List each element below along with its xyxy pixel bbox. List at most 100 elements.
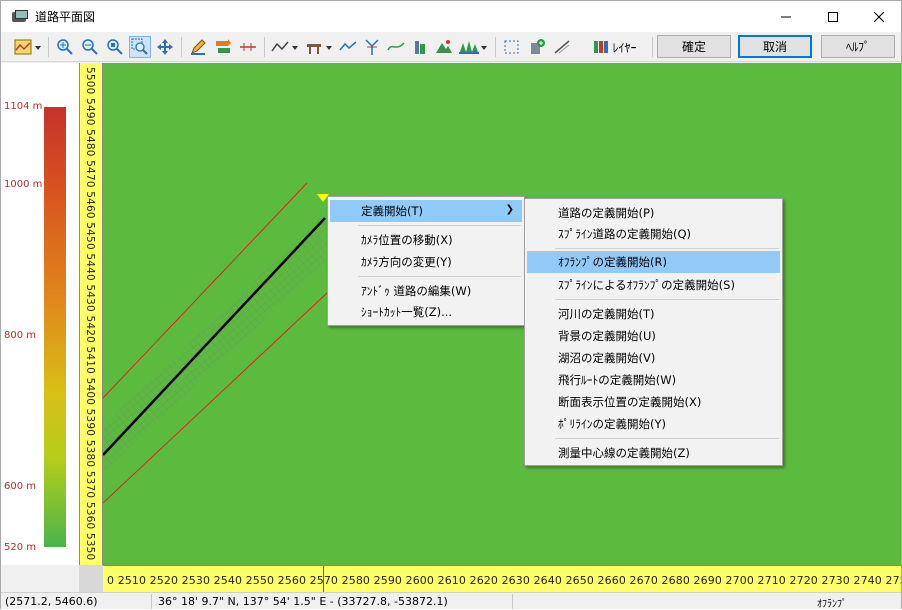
profile-dropdown[interactable] (270, 36, 300, 58)
menu-item-camera-move[interactable]: ｶﾒﾗ位置の移動(X) (330, 229, 522, 251)
confirm-button[interactable]: 確定 (657, 35, 731, 58)
pencil-icon (191, 39, 206, 55)
legend-min-label: 520 m (4, 542, 37, 553)
select-area-button[interactable] (501, 36, 523, 58)
menu-item-camera-direction[interactable]: ｶﾒﾗ方向の変更(Y) (330, 251, 522, 273)
elevation-color-bar (44, 107, 66, 547)
ruler-corner (79, 565, 103, 592)
minimize-button[interactable] (763, 1, 809, 32)
select-rect-icon (504, 40, 519, 54)
pan-icon (157, 39, 173, 55)
tree-dropdown[interactable] (457, 36, 489, 58)
curve-button[interactable] (385, 36, 407, 58)
zoom-area-icon (131, 38, 148, 55)
zoom-in-button[interactable] (54, 36, 76, 58)
zoom-in-icon (57, 39, 73, 55)
mountain-icon (436, 40, 452, 53)
submenu-item-road[interactable]: 道路の定義開始(P) (527, 202, 780, 224)
road-plan-window: 道路平面図 ﾚｲﾔｰ 確定 取消 ﾍﾙﾌﾟ 1104 m 1000 m 800 … (0, 0, 902, 610)
submenu-item-label: ｽﾌﾟﾗｲﾝ道路の定義開始(Q) (558, 227, 692, 241)
measure-button[interactable] (237, 36, 259, 58)
submenu-item-cross-section[interactable]: 断面表示位置の定義開始(X) (527, 391, 780, 413)
status-bar: (2571.2, 5460.6) 36° 18' 9.7" N, 137° 54… (1, 592, 901, 610)
menu-item-undo-road-edit[interactable]: ｱﾝﾄﾞｩ 道路の編集(W) (330, 280, 522, 302)
curve-icon (387, 42, 405, 51)
submenu-item-label: 測量中心線の定義開始(Z) (558, 446, 690, 460)
menu-item-define-start[interactable]: 定義開始(T) ❯ (330, 200, 522, 222)
menu-item-label: ｶﾒﾗ位置の移動(X) (361, 233, 453, 247)
measure-icon (240, 43, 256, 51)
submenu-item-label: ﾎﾟﾘﾗｲﾝの定義開始(Y) (558, 417, 666, 431)
profile-line-icon (271, 41, 298, 52)
add-building-icon (531, 39, 545, 54)
cursor-position-marker (323, 566, 324, 592)
help-button[interactable]: ﾍﾙﾌﾟ (821, 35, 895, 58)
zoom-area-button[interactable] (129, 36, 151, 58)
bridge-dropdown[interactable] (304, 36, 334, 58)
submenu-item-spline-offramp[interactable]: ｽﾌﾟﾗｲﾝによるｵﾌﾗﾝﾌﾟの定義開始(S) (527, 274, 780, 296)
menu-item-label: ｼｮｰﾄｶｯﾄ一覧(Z)... (361, 305, 453, 319)
close-icon (874, 11, 884, 22)
define-start-submenu: 道路の定義開始(P) ｽﾌﾟﾗｲﾝ道路の定義開始(Q) ｵﾌﾗﾝﾌﾟの定義開始(… (524, 198, 783, 466)
layer-button[interactable]: ﾚｲﾔｰ (585, 36, 645, 58)
alignment-button[interactable] (337, 36, 359, 58)
legend-max-label: 1104 m (4, 101, 43, 112)
branch-button[interactable] (361, 36, 383, 58)
horizontal-ruler-labels: 0 2510 2520 2530 2540 2550 2560 2570 258… (107, 574, 901, 587)
submenu-arrow-icon: ❯ (505, 204, 514, 215)
submenu-item-label: ｵﾌﾗﾝﾌﾟの定義開始(R) (558, 255, 667, 269)
branch-icon (365, 39, 379, 55)
slope-button[interactable] (551, 36, 573, 58)
alignment-icon (339, 41, 357, 51)
slope-icon (554, 40, 570, 54)
submenu-item-polyline[interactable]: ﾎﾟﾘﾗｲﾝの定義開始(Y) (527, 413, 780, 435)
submenu-item-label: 湖沼の定義開始(V) (558, 351, 656, 365)
horizontal-ruler[interactable]: 0 2510 2520 2530 2540 2550 2560 2570 258… (103, 565, 901, 592)
zoom-fit-icon (107, 39, 123, 55)
zoom-fit-button[interactable] (104, 36, 126, 58)
trees-icon (459, 41, 487, 54)
terrain-display-dropdown[interactable] (13, 36, 43, 58)
submenu-item-offramp[interactable]: ｵﾌﾗﾝﾌﾟの定義開始(R) (527, 251, 780, 273)
layer-button-label: ﾚｲﾔｰ (612, 40, 637, 55)
menu-item-label: ｱﾝﾄﾞｩ 道路の編集(W) (361, 284, 472, 298)
submenu-item-background[interactable]: 背景の定義開始(U) (527, 325, 780, 347)
menu-item-label: ｶﾒﾗ方向の変更(Y) (361, 255, 452, 269)
submenu-item-lake[interactable]: 湖沼の定義開始(V) (527, 347, 780, 369)
pan-button[interactable] (154, 36, 176, 58)
status-geo-position: 36° 18' 9.7" N, 137° 54' 1.5" E - (33727… (158, 595, 448, 608)
draw-road-button[interactable] (187, 36, 209, 58)
submenu-item-spline-road[interactable]: ｽﾌﾟﾗｲﾝ道路の定義開始(Q) (527, 223, 780, 245)
submenu-item-label: 河川の定義開始(T) (558, 307, 655, 321)
terrain-button[interactable] (433, 36, 455, 58)
legend-800-label: 800 m (4, 330, 37, 341)
submenu-item-label: ｽﾌﾟﾗｲﾝによるｵﾌﾗﾝﾌﾟの定義開始(S) (558, 278, 735, 292)
zoom-out-button[interactable] (79, 36, 101, 58)
title-bar: 道路平面図 (1, 1, 901, 32)
swap-button[interactable] (212, 36, 234, 58)
layer-icon (594, 41, 609, 53)
cancel-button[interactable]: 取消 (738, 35, 812, 58)
submenu-item-label: 断面表示位置の定義開始(X) (558, 395, 702, 409)
close-button[interactable] (856, 1, 902, 32)
menu-item-shortcut-list[interactable]: ｼｮｰﾄｶｯﾄ一覧(Z)... (330, 301, 522, 323)
bridge-icon (307, 44, 332, 54)
maximize-button[interactable] (810, 1, 856, 32)
context-menu: 定義開始(T) ❯ ｶﾒﾗ位置の移動(X) ｶﾒﾗ方向の変更(Y) ｱﾝﾄﾞｩ … (327, 196, 525, 326)
legend-1000-label: 1000 m (4, 179, 43, 190)
add-object-button[interactable] (526, 36, 548, 58)
building-button[interactable] (409, 36, 431, 58)
menu-item-label: 定義開始(T) (361, 204, 423, 218)
toolbar: ﾚｲﾔｰ 確定 取消 ﾍﾙﾌﾟ (1, 32, 901, 62)
status-mode: ｵﾌﾗﾝﾌﾟ (817, 599, 847, 610)
status-coords: (2571.2, 5460.6) (5, 595, 98, 608)
submenu-item-river[interactable]: 河川の定義開始(T) (527, 303, 780, 325)
vertical-ruler-labels: 5500 5490 5480 5470 5460 5450 5440 5430 … (84, 67, 96, 565)
vertical-ruler[interactable]: 5500 5490 5480 5470 5460 5450 5440 5430 … (79, 63, 103, 565)
swap-icon (216, 39, 231, 53)
maximize-icon (828, 11, 838, 22)
submenu-item-survey-centerline[interactable]: 測量中心線の定義開始(Z) (527, 442, 780, 464)
submenu-item-label: 飛行ﾙｰﾄの定義開始(W) (558, 373, 677, 387)
app-icon (12, 9, 28, 24)
submenu-item-flight-route[interactable]: 飛行ﾙｰﾄの定義開始(W) (527, 369, 780, 391)
